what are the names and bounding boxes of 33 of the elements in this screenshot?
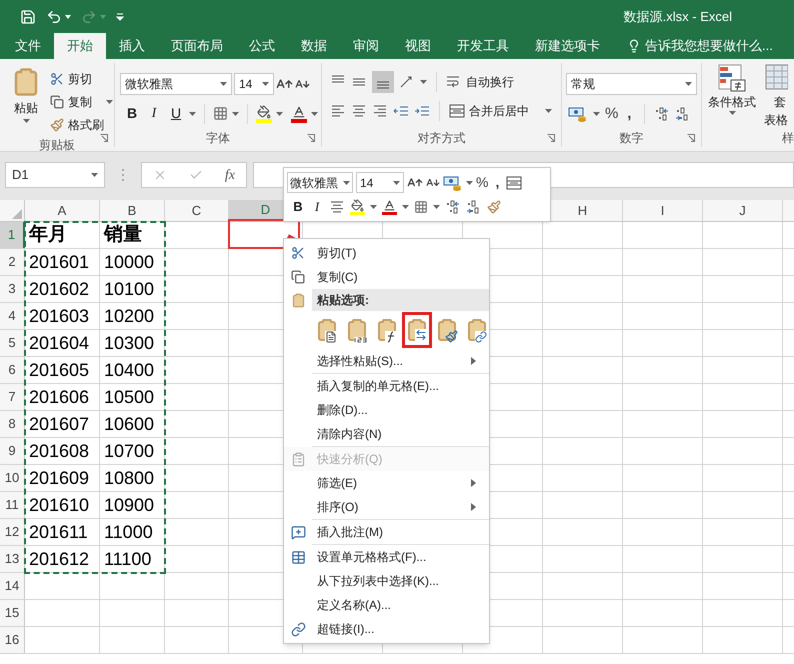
group-label: 剪贴板	[39, 137, 75, 151]
group-label: 对齐方式	[418, 130, 466, 147]
table-cell-text: 201601	[29, 250, 90, 274]
menu-section-header: 粘贴选项:	[312, 289, 489, 311]
table-cell-text: 201612	[29, 548, 90, 570]
table-cell-text: 201608	[29, 440, 90, 462]
table-cell-text: 年月	[29, 222, 67, 247]
window-title: 数据源.xlsx - Excel	[624, 8, 732, 26]
group-label: 数字	[620, 130, 644, 147]
table-cell-text: 10000	[104, 250, 154, 274]
table-cell-text: 201607	[29, 412, 90, 436]
table-cell-text: 201604	[29, 332, 90, 354]
table-cell-text: 201603	[29, 304, 90, 328]
table-cell-text: 销量	[104, 222, 142, 247]
table-cell-text: 201609	[29, 466, 90, 490]
table-cell-text: 201606	[29, 386, 90, 408]
table-cell-text: 10200	[104, 304, 154, 328]
group-label: 样	[781, 130, 794, 147]
table-cell-text: 10600	[104, 412, 154, 436]
table-cell-text: 11000	[104, 520, 153, 544]
group-label: 字体	[206, 130, 230, 147]
table-cell-text: 10900	[104, 494, 154, 516]
table-cell-text: 10800	[104, 466, 154, 490]
table-cell-text: 201610	[29, 494, 90, 516]
table-cell-text: 10500	[104, 386, 154, 408]
table-cell-text: 201605	[29, 358, 90, 382]
table-cell-text: 11100	[104, 548, 152, 570]
table-cell-text: 10300	[104, 332, 154, 354]
table-cell-text: 10400	[104, 358, 154, 382]
table-cell-text: 10100	[104, 278, 154, 300]
table-cell-text: 201611	[29, 520, 88, 544]
table-cell-text: 10700	[104, 440, 154, 462]
table-cell-text: 201602	[29, 278, 90, 300]
